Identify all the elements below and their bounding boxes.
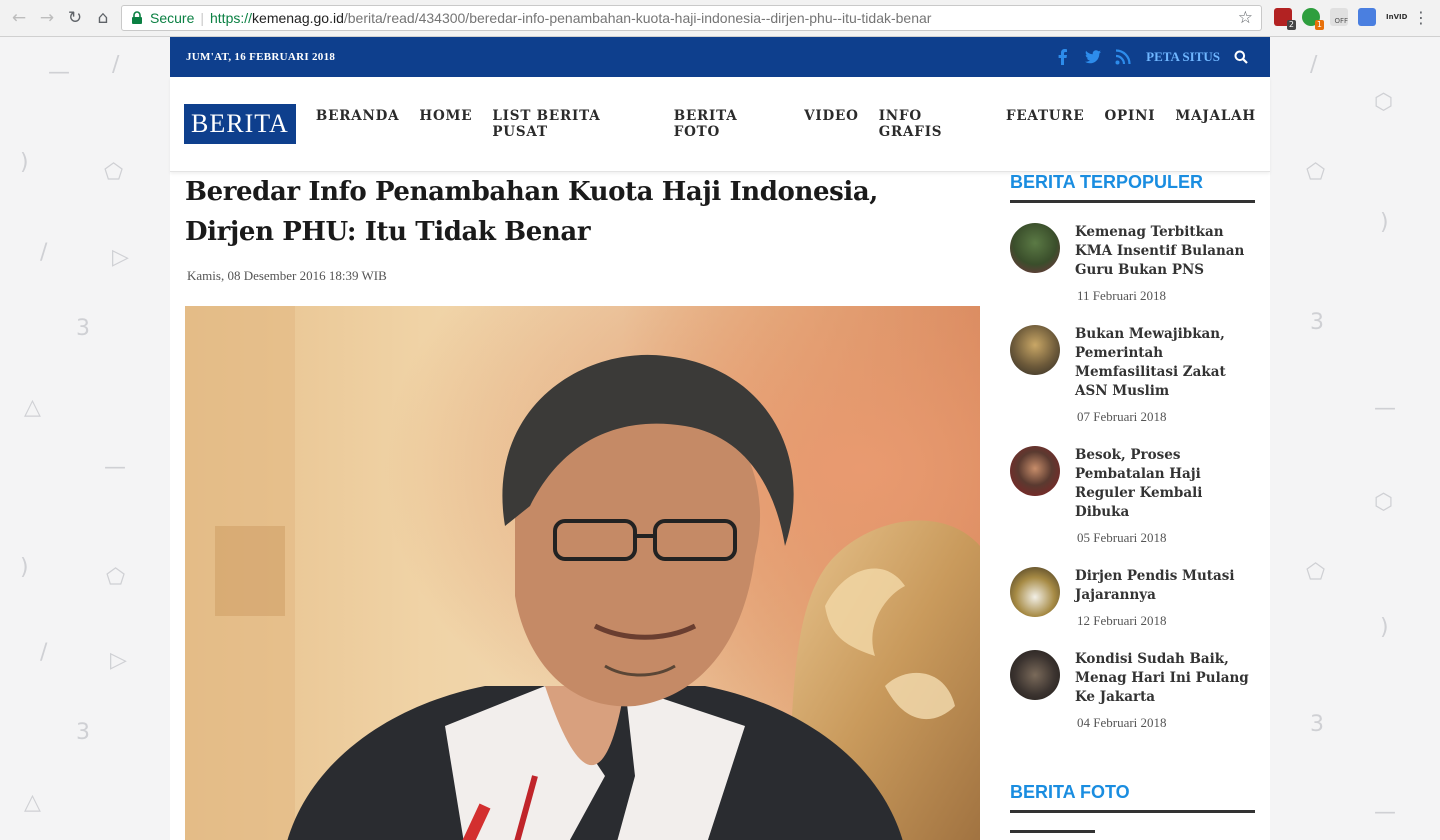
pattern-glyph: — [48, 60, 70, 85]
secure-label: Secure [150, 10, 195, 26]
sidebar: BERITA TERPOPULER Kemenag Terbitkan KMA … [1010, 172, 1255, 833]
pattern-glyph: ⬠ [106, 565, 126, 590]
news-thumbnail[interactable] [1010, 446, 1060, 496]
news-title[interactable]: Bukan Mewajibkan, Pemerintah Memfasilita… [1075, 325, 1255, 401]
menu-item-home[interactable]: HOME [419, 108, 472, 140]
menu-item-beranda[interactable]: BERANDA [316, 108, 400, 140]
popular-news-list: Kemenag Terbitkan KMA Insentif Bulanan G… [1010, 223, 1255, 731]
popular-news-item[interactable]: Bukan Mewajibkan, Pemerintah Memfasilita… [1010, 325, 1255, 425]
popular-news-item[interactable]: Dirjen Pendis Mutasi Jajarannya 12 Febru… [1010, 567, 1255, 629]
menu-item-berita-foto[interactable]: BERITA FOTO [674, 108, 784, 140]
popular-news-item[interactable]: Kemenag Terbitkan KMA Insentif Bulanan G… [1010, 223, 1255, 304]
pattern-glyph: 3 [1310, 310, 1324, 335]
news-date: 12 Februari 2018 [1077, 613, 1167, 628]
invid-extension-icon[interactable]: InVID [1386, 8, 1407, 26]
news-thumbnail[interactable] [1010, 567, 1060, 617]
pattern-glyph: / [40, 640, 48, 665]
news-date: 11 Februari 2018 [1077, 288, 1167, 303]
top-bar-links: PETA SITUS [1042, 48, 1254, 66]
news-date: 05 Februari 2018 [1077, 530, 1167, 545]
news-title[interactable]: Kondisi Sudah Baik, Menag Hari Ini Pulan… [1075, 650, 1255, 707]
home-icon[interactable]: ⌂ [90, 5, 116, 31]
pattern-glyph: ) [1380, 615, 1389, 640]
menu-item-video[interactable]: VIDEO [804, 108, 859, 140]
pattern-glyph: 3 [76, 720, 90, 745]
twitter-icon[interactable] [1084, 48, 1102, 66]
pattern-glyph: — [1374, 800, 1396, 825]
pattern-glyph: ∕ [1310, 52, 1318, 77]
article-title: Beredar Info Penambahan Kuota Haji Indon… [185, 177, 878, 247]
pattern-glyph: — [104, 455, 126, 480]
forward-icon[interactable]: → [34, 5, 60, 31]
pattern-glyph: ⬠ [1306, 560, 1326, 585]
facebook-icon[interactable] [1054, 48, 1072, 66]
site-header: BERITA BERANDA HOME LIST BERITA PUSAT BE… [170, 77, 1270, 172]
off-extension-icon[interactable]: OFF [1330, 8, 1348, 26]
pattern-glyph: ⬡ [1374, 90, 1394, 115]
url-path: /berita/read/434300/beredar-info-penamba… [343, 10, 932, 26]
rss-icon[interactable] [1114, 48, 1132, 66]
site-container: JUM'AT, 16 FEBRUARI 2018 PETA SITUS BERI… [170, 37, 1270, 840]
news-thumbnail[interactable] [1010, 650, 1060, 700]
menu-item-majalah[interactable]: MAJALAH [1175, 108, 1256, 140]
current-date: JUM'AT, 16 FEBRUARI 2018 [186, 51, 336, 63]
ext-badge: 1 [1314, 20, 1324, 30]
article: Beredar Info Penambahan Kuota Haji Indon… [185, 172, 980, 840]
pattern-glyph: / [40, 240, 48, 265]
translate-extension-icon[interactable] [1358, 8, 1376, 26]
pattern-glyph: ) [1380, 210, 1389, 235]
reload-icon[interactable]: ↻ [62, 5, 88, 31]
photo-news-heading: BERITA FOTO [1010, 782, 1255, 813]
photo-news-divider [1010, 830, 1095, 833]
main-menu: BERANDA HOME LIST BERITA PUSAT BERITA FO… [296, 108, 1256, 140]
news-thumbnail[interactable] [1010, 325, 1060, 375]
lock-icon [132, 11, 142, 24]
pattern-glyph: ) [20, 555, 29, 580]
popular-news-item[interactable]: Kondisi Sudah Baik, Menag Hari Ini Pulan… [1010, 650, 1255, 731]
pattern-glyph: — [1374, 396, 1396, 421]
news-date: 07 Februari 2018 [1077, 409, 1167, 424]
article-date: Kamis, 08 Desember 2016 18:39 WIB [187, 268, 387, 283]
browser-toolbar: ← → ↻ ⌂ Secure | https:// kemenag.go.id … [0, 0, 1440, 37]
news-title[interactable]: Besok, Proses Pembatalan Haji Reguler Ke… [1075, 446, 1255, 522]
browser-menu-icon[interactable]: ⋮ [1413, 8, 1429, 27]
pattern-glyph: ⬠ [1306, 160, 1326, 185]
vpn-extension-icon[interactable]: 1 [1302, 8, 1324, 30]
ublock-extension-icon[interactable]: 2 [1274, 8, 1296, 30]
address-bar[interactable]: Secure | https:// kemenag.go.id /berita/… [121, 5, 1262, 31]
url-scheme: https:// [210, 10, 253, 26]
site-logo[interactable]: BERITA [184, 104, 296, 144]
pattern-glyph: △ [24, 395, 41, 420]
pattern-glyph: ▷ [112, 245, 129, 270]
omnibox-separator: | [200, 10, 204, 26]
pattern-glyph: ▷ [110, 648, 127, 673]
menu-item-info-grafis[interactable]: INFO GRAFIS [879, 108, 986, 140]
portrait-illustration [185, 306, 980, 840]
pattern-glyph: ) [20, 150, 29, 175]
back-icon[interactable]: ← [6, 5, 32, 31]
popular-news-heading: BERITA TERPOPULER [1010, 172, 1255, 203]
bookmark-star-icon[interactable]: ☆ [1238, 8, 1253, 28]
news-title[interactable]: Dirjen Pendis Mutasi Jajarannya [1075, 567, 1255, 605]
peta-situs-link[interactable]: PETA SITUS [1146, 49, 1220, 65]
popular-news-item[interactable]: Besok, Proses Pembatalan Haji Reguler Ke… [1010, 446, 1255, 546]
menu-item-list-berita-pusat[interactable]: LIST BERITA PUSAT [492, 108, 653, 140]
menu-item-feature[interactable]: FEATURE [1006, 108, 1085, 140]
menu-item-opini[interactable]: OPINI [1105, 108, 1156, 140]
top-bar: JUM'AT, 16 FEBRUARI 2018 PETA SITUS [170, 37, 1270, 77]
ext-badge: 2 [1286, 20, 1296, 30]
pattern-glyph: 3 [1310, 712, 1324, 737]
url-host: kemenag.go.id [252, 10, 344, 26]
article-photo [185, 306, 980, 840]
news-thumbnail[interactable] [1010, 223, 1060, 273]
search-icon[interactable] [1234, 50, 1248, 64]
ext-badge: OFF [1334, 17, 1348, 25]
pattern-glyph: ⬡ [1374, 490, 1394, 515]
pattern-glyph: 3 [76, 316, 90, 341]
news-date: 04 Februari 2018 [1077, 715, 1167, 730]
pattern-glyph: ∕ [112, 52, 120, 77]
pattern-glyph: ⬠ [104, 160, 124, 185]
news-title[interactable]: Kemenag Terbitkan KMA Insentif Bulanan G… [1075, 223, 1255, 280]
pattern-glyph: △ [24, 790, 41, 815]
